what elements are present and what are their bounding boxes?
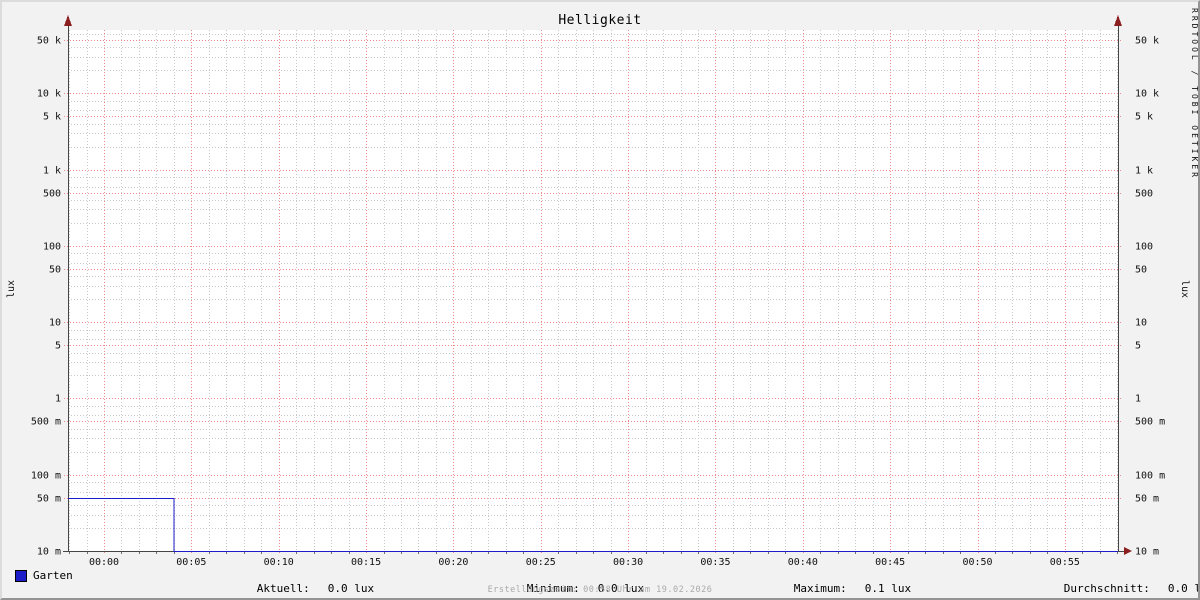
x-axis-label: 00:00: [89, 557, 119, 568]
y-axis-label-right: 100: [1135, 242, 1153, 253]
series-swatch-garten: [15, 569, 27, 582]
y-axis-label-left: 5 k: [43, 112, 61, 123]
y-axis-label-right: 100 m: [1135, 471, 1165, 482]
y-axis-title-left: lux: [6, 280, 17, 298]
y-axis-label-right: 1 k: [1135, 166, 1153, 177]
y-axis-label-left: 50 k: [37, 36, 61, 47]
x-axis-label: 00:40: [788, 557, 818, 568]
y-axis-label-left: 500: [43, 189, 61, 200]
y-axis-label-left: 1 k: [43, 166, 61, 177]
legend: Garten Aktuell: 0.0 lux Minimum: 0.0 lux M…: [2, 569, 1198, 595]
x-axis-label: 00:25: [526, 557, 556, 568]
y-axis-label-left: 1: [55, 394, 61, 405]
y-axis-label-right: 50: [1135, 265, 1147, 276]
y-axis-label-right: 5: [1135, 341, 1141, 352]
x-axis-label: 00:10: [264, 557, 294, 568]
y-axis-label-left: 100 m: [31, 471, 61, 482]
y-axis-label-left: 10 m: [37, 547, 61, 558]
y-axis-label-right: 50 k: [1135, 36, 1159, 47]
x-axis-label: 00:55: [1050, 557, 1080, 568]
series-label: Garten: [33, 569, 73, 582]
y-axis-label-left: 10: [49, 318, 61, 329]
x-axis-label: 00:50: [962, 557, 992, 568]
y-axis-label-right: 10: [1135, 318, 1147, 329]
y-axis-title-right: lux: [1179, 280, 1190, 298]
x-axis-label: 00:05: [176, 557, 206, 568]
rrd-graph: 50 k 50 k 10 k 10 k5 k5 k1 k1 k 500 500 100 100…: [0, 0, 1200, 600]
y-axis-label-left: 50 m: [37, 494, 61, 505]
y-axis-label-right: 1: [1135, 394, 1141, 405]
legend-series: Garten: [15, 569, 73, 582]
x-axis-label: 00:35: [700, 557, 730, 568]
y-axis-label-right: 5 k: [1135, 112, 1153, 123]
y-axis-label-right: 50 m: [1135, 494, 1159, 505]
watermark: RRDTOOL / TOBI OETIKER: [1190, 8, 1198, 180]
creation-timestamp: Erstellungszeit: 00:58 Uhr am 19.02.2026: [487, 585, 713, 595]
y-axis-label-left: 10 k: [37, 89, 61, 100]
y-axis-label-left: 100: [43, 242, 61, 253]
chart-canvas: 50 k 50 k10 k 10 k5 k5 k1 k1 k500 500100 100…: [6, 8, 1198, 568]
y-axis-label-right: 10 k: [1135, 89, 1159, 100]
y-axis-label-right: 500 m: [1135, 417, 1165, 428]
y-axis-label-right: 500: [1135, 189, 1153, 200]
x-axis-arrow: [1124, 547, 1132, 555]
x-axis-label: 00:15: [351, 557, 381, 568]
x-axis-label: 00:45: [875, 557, 905, 568]
y-axis-label-left: 50: [49, 265, 61, 276]
y-axis-label-right: 10 m: [1135, 547, 1159, 558]
x-axis-label: 00:20: [438, 557, 468, 568]
x-axis-label: 00:30: [613, 557, 643, 568]
y-axis-label-left: 500 m: [31, 417, 61, 428]
chart-title: Helligkeit: [558, 13, 642, 28]
y-axis-label-left: 5: [55, 341, 61, 352]
